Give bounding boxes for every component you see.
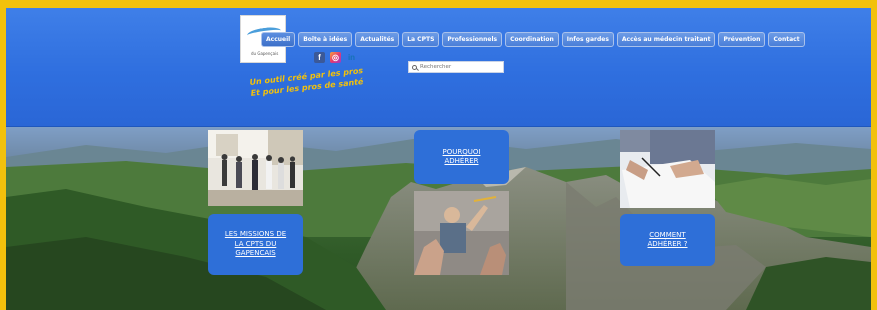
slogan: Un outil créé par les pros Et pour les p… [249,65,365,99]
linkedin-icon[interactable]: in [346,52,357,63]
comment-card[interactable]: COMMENT ADHÉRER ? [620,214,715,266]
search-icon [412,64,417,70]
nav-item-infos-gardes[interactable]: Infos gardes [561,32,614,47]
logo-subtitle: du Gapençais [251,51,279,56]
missions-link[interactable]: LES MISSIONS DE LA CPTS DU GAPENCAIS [220,230,291,259]
nav-item-la-cpts[interactable]: La CPTS [402,32,440,47]
nav-item-prevention[interactable]: Prévention [718,32,766,47]
signing-document-image [620,130,715,208]
search-input[interactable] [420,64,500,70]
social-links: f ◎ in [314,52,357,63]
comment-photo [620,130,715,208]
pourquoi-card[interactable]: POURQUOI ADHÉRER [414,130,509,184]
nav-item-contact[interactable]: Contact [768,32,805,47]
raised-hands-image [414,191,509,275]
pourquoi-link[interactable]: POURQUOI ADHÉRER [426,148,497,167]
missions-photo [208,130,303,206]
nav-item-professionnels[interactable]: Professionnels [442,32,503,47]
meeting-room-image [208,130,303,206]
page-frame: du Gapençais Accueil Boîte à idées Actua… [6,8,871,310]
nav-item-boite-a-idees[interactable]: Boîte à idées [298,32,353,47]
facebook-icon[interactable]: f [314,52,325,63]
nav-item-acces-medecin[interactable]: Accès au médecin traitant [616,32,716,47]
main-nav: Accueil Boîte à idées Actualités La CPTS… [261,32,805,47]
site-header: du Gapençais Accueil Boîte à idées Actua… [6,8,871,127]
missions-card[interactable]: LES MISSIONS DE LA CPTS DU GAPENCAIS [208,214,303,275]
nav-item-coordination[interactable]: Coordination [505,32,559,47]
search-bar[interactable] [408,61,504,73]
comment-link[interactable]: COMMENT ADHÉRER ? [632,231,703,250]
nav-item-actualites[interactable]: Actualités [355,32,400,47]
pourquoi-photo [414,191,509,275]
instagram-icon[interactable]: ◎ [330,52,341,63]
nav-item-accueil[interactable]: Accueil [261,32,296,47]
